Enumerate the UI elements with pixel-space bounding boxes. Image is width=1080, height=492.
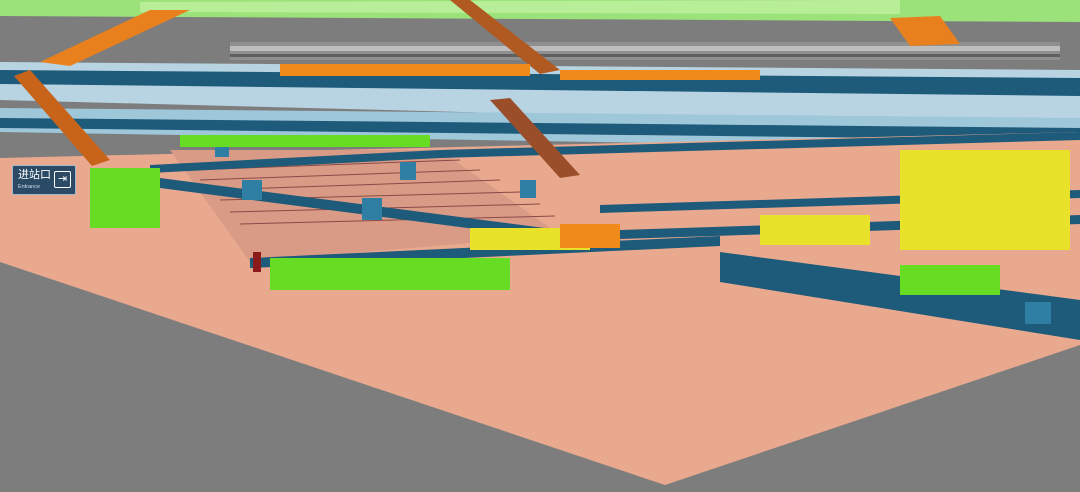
enter-door-icon: ⇥ bbox=[54, 171, 71, 188]
roof-green-highlight bbox=[140, 0, 900, 14]
entrance-sign-sublabel: Entrance bbox=[18, 184, 41, 190]
crowd-peak-density bbox=[253, 252, 261, 272]
scene-canvas bbox=[0, 0, 1080, 492]
entrance-sign: 进站口 Entrance ⇥ bbox=[12, 165, 76, 195]
station-simulation-view: 进站口 Entrance ⇥ bbox=[0, 0, 1080, 492]
entrance-sign-label: 进站口 bbox=[18, 168, 51, 181]
